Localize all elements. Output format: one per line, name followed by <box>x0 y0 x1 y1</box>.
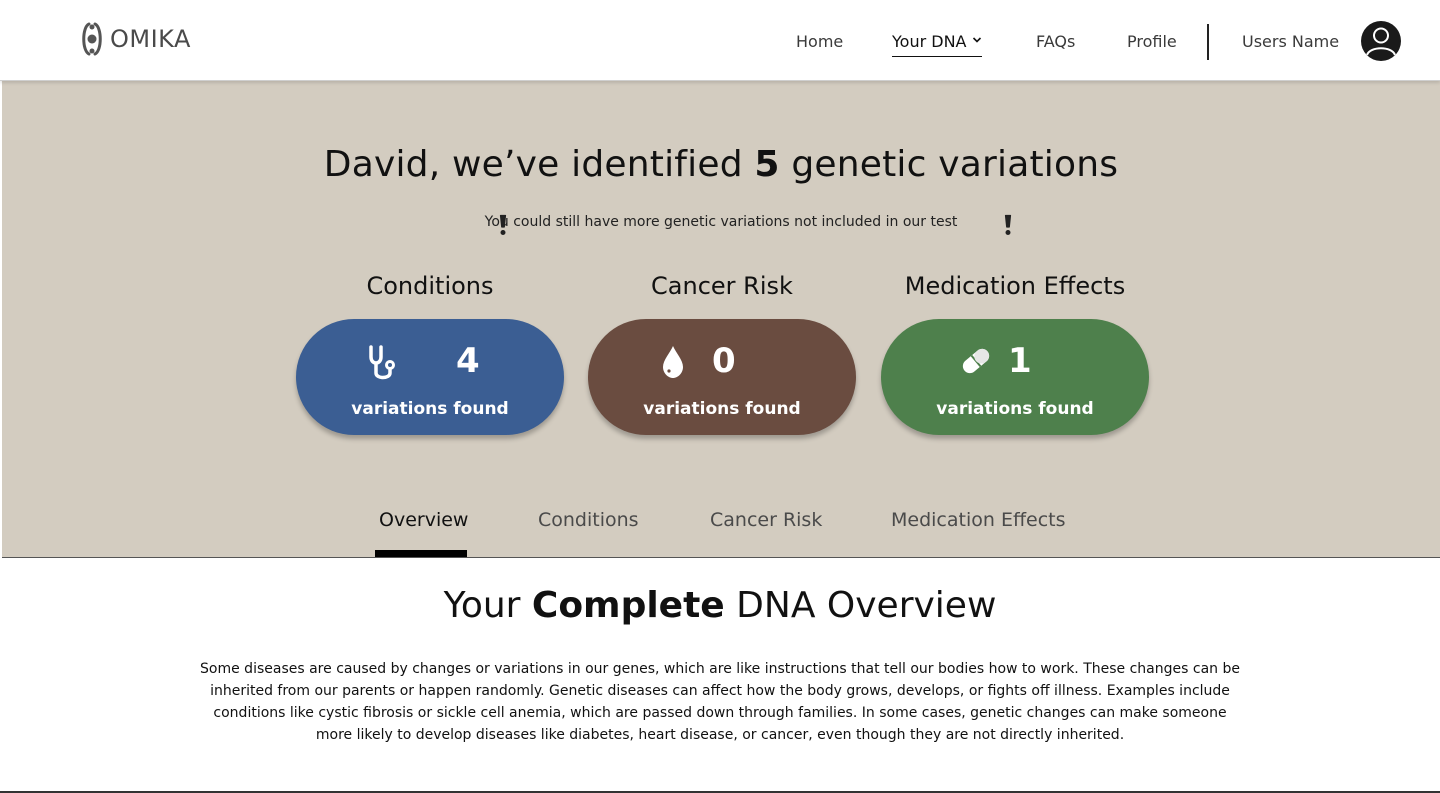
nav-divider <box>1207 24 1209 60</box>
avatar-person-icon <box>1366 27 1396 56</box>
hero-notice: You could still have more genetic variat… <box>484 214 958 230</box>
cancer-risk-variations-label: variations found <box>643 399 801 419</box>
cancer-risk-card-title: Cancer Risk <box>651 272 793 300</box>
brand-name: OMIKA <box>110 25 191 53</box>
nav-faqs-link[interactable]: FAQs <box>1036 31 1075 57</box>
nav-profile-link[interactable]: Profile <box>1127 31 1177 57</box>
medication-effects-variations-label: variations found <box>936 399 1094 419</box>
cancer-risk-summary-card[interactable]: 0 variations found <box>588 319 856 435</box>
nav-your-dna-dropdown[interactable]: Your DNA <box>892 31 983 57</box>
overview-title-bold: Complete <box>531 585 725 626</box>
overview-title: Your Complete DNA Overview <box>0 585 1440 626</box>
medication-effects-count: 1 <box>1008 341 1032 381</box>
tab-medication-effects[interactable]: Medication Effects <box>891 509 1066 531</box>
drop-icon <box>663 346 683 378</box>
medication-effects-summary-card[interactable]: 1 variations found <box>881 319 1149 435</box>
headline-prefix: David, we’ve identified <box>323 144 755 185</box>
overview-title-suffix: DNA Overview <box>724 585 997 626</box>
chevron-down-icon <box>973 37 982 43</box>
tab-conditions[interactable]: Conditions <box>538 509 639 531</box>
user-avatar-icon[interactable] <box>1361 21 1401 61</box>
user-name-link[interactable]: Users Name <box>1242 31 1339 57</box>
hero-headline: David, we’ve identified 5 genetic variat… <box>2 144 1440 185</box>
cancer-risk-count: 0 <box>712 341 736 381</box>
headline-variation-count: 5 <box>754 144 780 185</box>
pill-icon <box>962 348 990 374</box>
brand-logo[interactable]: OMIKA <box>80 21 191 57</box>
nav-your-dna-label: Your DNA <box>892 32 967 51</box>
dna-summary-hero: David, we’ve identified 5 genetic variat… <box>2 81 1440 558</box>
overview-description: Some diseases are caused by changes or v… <box>200 661 1240 743</box>
conditions-summary-card[interactable]: 4 variations found <box>296 319 564 435</box>
nav-home-link[interactable]: Home <box>796 31 843 57</box>
conditions-card-title: Conditions <box>366 272 494 300</box>
exclamation-icon <box>1004 214 1012 235</box>
tab-cancer-risk[interactable]: Cancer Risk <box>710 509 822 531</box>
medication-effects-card-title: Medication Effects <box>904 272 1126 300</box>
conditions-count: 4 <box>456 341 480 381</box>
tab-overview[interactable]: Overview <box>379 509 468 531</box>
active-tab-indicator <box>375 550 467 557</box>
overview-title-prefix: Your <box>443 585 532 626</box>
conditions-variations-label: variations found <box>351 399 509 419</box>
omika-logo-icon <box>82 22 102 56</box>
headline-suffix: genetic variations <box>779 144 1119 185</box>
stethoscope-icon <box>369 345 395 380</box>
top-nav-bar: OMIKA Home Your DNA FAQs Profile Users N… <box>0 0 1440 81</box>
